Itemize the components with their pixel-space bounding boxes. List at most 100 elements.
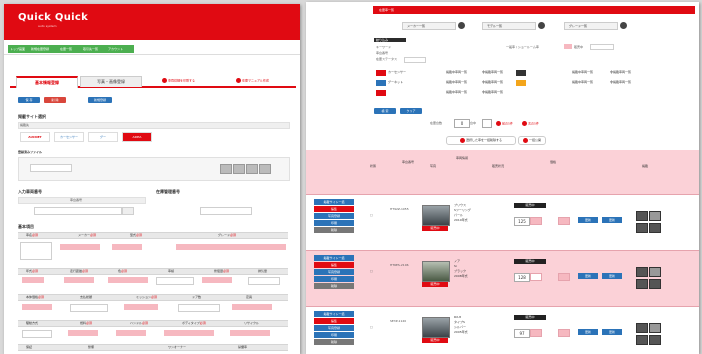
color-input[interactable] xyxy=(108,277,148,283)
card1-update2-button[interactable]: 更新 xyxy=(602,217,622,223)
card2-icon-a[interactable] xyxy=(636,267,648,277)
nav-item-account[interactable]: アカウント xyxy=(106,45,134,53)
card2-checkbox[interactable]: □ xyxy=(370,269,373,273)
nav-item-new-stock[interactable]: 新規在庫登録 xyxy=(29,45,59,53)
card1-car-photo[interactable] xyxy=(422,205,450,226)
handle-select[interactable] xyxy=(116,330,146,336)
filter-inline-opts[interactable]: 一般車 / ショールーム車 xyxy=(506,45,539,49)
card2-price-input[interactable] xyxy=(530,273,542,281)
site-row-2-b[interactable]: 非掲載車両一覧 xyxy=(482,90,503,95)
card2-icon-c[interactable] xyxy=(636,279,648,289)
card3-icon-c[interactable] xyxy=(636,335,648,345)
card1-site-button[interactable]: 掲載サイト一括 xyxy=(314,199,354,205)
card3-print-button[interactable]: 印刷 xyxy=(314,332,354,338)
doors-input[interactable] xyxy=(178,304,220,312)
search-button[interactable]: 検 索 xyxy=(374,108,396,114)
card3-icon-d[interactable] xyxy=(649,335,661,345)
card3-icon-a[interactable] xyxy=(636,323,648,333)
bulk-publish-button[interactable]: 一括公開 xyxy=(518,136,546,145)
grade-filter-select[interactable]: グレード一覧 xyxy=(564,22,618,30)
card3-update-button[interactable]: 更新 xyxy=(578,329,598,335)
site-row-1-c[interactable]: 掲載中車両一覧 xyxy=(572,80,593,85)
maker-filter-select[interactable]: メーカー一覧 xyxy=(402,22,456,30)
site-row-0-c[interactable]: 掲載中車両一覧 xyxy=(572,70,593,75)
card2-delete-button[interactable]: 削除 xyxy=(314,283,354,289)
site-chip-arpia[interactable]: ARPIA xyxy=(122,132,152,142)
pager-page[interactable] xyxy=(482,119,492,128)
card1-icon-a[interactable] xyxy=(636,211,648,221)
card2-car-photo[interactable] xyxy=(422,261,450,282)
card2-price[interactable]: 128 xyxy=(514,273,530,282)
card2-photo-button[interactable]: 写真登録 xyxy=(314,269,354,275)
card3-checkbox[interactable]: □ xyxy=(370,325,373,329)
recycle-input[interactable] xyxy=(230,330,270,336)
card1-update-button[interactable]: 更新 xyxy=(578,217,598,223)
photo-icon-4[interactable] xyxy=(259,164,271,174)
card1-icon-c[interactable] xyxy=(636,223,648,233)
pager-next[interactable]: 次の5件 xyxy=(522,121,539,126)
vin-input[interactable] xyxy=(34,207,122,215)
card3-photo-button[interactable]: 写真登録 xyxy=(314,325,354,331)
nav-item-stock-list[interactable]: 在庫一覧 xyxy=(58,45,82,53)
repair-select[interactable] xyxy=(202,277,232,283)
card2-update2-button[interactable]: 更新 xyxy=(602,273,622,279)
card2-site-button[interactable]: 掲載サイト一括 xyxy=(314,255,354,261)
model-filter-select[interactable]: モデル一覧 xyxy=(482,22,536,30)
card3-delete-button[interactable]: 削除 xyxy=(314,339,354,345)
card3-site-button[interactable]: 掲載サイト一括 xyxy=(314,311,354,317)
inspection-input[interactable] xyxy=(156,277,194,285)
card2-icon-b[interactable] xyxy=(649,267,661,277)
new-button[interactable]: 新規登録 xyxy=(88,97,112,103)
drive-select[interactable] xyxy=(22,330,52,338)
filter-status-dropdown[interactable] xyxy=(590,44,614,50)
card1-total-input[interactable] xyxy=(558,217,570,225)
stockno-input[interactable] xyxy=(200,207,252,215)
site-chip-goo[interactable]: グー xyxy=(88,132,118,142)
card1-checkbox[interactable]: □ xyxy=(370,213,373,217)
delete-button[interactable]: 削 除 xyxy=(44,97,66,103)
photo-icon-2[interactable] xyxy=(233,164,245,174)
bulk-delete-button[interactable]: 選択した車を一括削除する xyxy=(446,136,516,145)
card1-price-input[interactable] xyxy=(530,217,542,225)
save-button[interactable]: 保 存 xyxy=(18,97,40,103)
total-input[interactable] xyxy=(70,304,108,312)
grade-input[interactable] xyxy=(176,244,286,250)
nav-item-clients[interactable]: 取引先一覧 xyxy=(81,45,107,53)
photo-icon-1[interactable] xyxy=(220,164,232,174)
card1-price[interactable]: 125 xyxy=(514,217,530,226)
card3-icon-b[interactable] xyxy=(649,323,661,333)
card1-delete-button[interactable]: 削除 xyxy=(314,227,354,233)
capacity-input[interactable] xyxy=(232,304,272,310)
app-logo[interactable]: Quick Quick xyxy=(18,12,88,23)
card3-update2-button[interactable]: 更新 xyxy=(602,329,622,335)
grade-search-icon[interactable] xyxy=(620,22,627,29)
model-input[interactable] xyxy=(112,244,142,250)
maker-select[interactable] xyxy=(60,244,100,250)
card2-print-button[interactable]: 印刷 xyxy=(314,276,354,282)
site-chip-carsensor[interactable]: カーセンサー xyxy=(54,132,84,142)
site-row-0-d[interactable]: 非掲載車両一覧 xyxy=(610,70,631,75)
site-row-1-b[interactable]: 非掲載車両一覧 xyxy=(482,80,503,85)
clear-button[interactable]: クリア xyxy=(400,108,422,114)
price-input[interactable] xyxy=(22,304,52,310)
mission-select[interactable] xyxy=(124,304,158,310)
site-row-0-b[interactable]: 非掲載車両一覧 xyxy=(482,70,503,75)
site-row-0-a[interactable]: 掲載中車両一覧 xyxy=(446,70,467,75)
year-select[interactable] xyxy=(22,277,44,283)
card3-edit-button[interactable]: 編集 xyxy=(314,318,354,324)
maker-search-icon[interactable] xyxy=(458,22,465,29)
card1-icon-b[interactable] xyxy=(649,211,661,221)
card1-icon-d[interactable] xyxy=(649,223,661,233)
site-chip-aucnet[interactable]: AUCNET xyxy=(20,132,50,142)
filter-status-select[interactable] xyxy=(404,57,426,63)
pager-prev[interactable]: 前の5件 xyxy=(496,121,513,126)
site-row-1-d[interactable]: 非掲載車両一覧 xyxy=(610,80,631,85)
card3-price[interactable]: 97 xyxy=(514,329,530,338)
print-link[interactable]: 車両詳細を印刷する xyxy=(162,78,195,83)
tab-basic-info[interactable]: 基本情報登録 xyxy=(16,76,78,88)
card1-photo-button[interactable]: 写真登録 xyxy=(314,213,354,219)
card2-update-button[interactable]: 更新 xyxy=(578,273,598,279)
photo-select[interactable] xyxy=(30,164,72,172)
model-search-icon[interactable] xyxy=(538,22,545,29)
filter-status-chip[interactable] xyxy=(564,44,572,49)
